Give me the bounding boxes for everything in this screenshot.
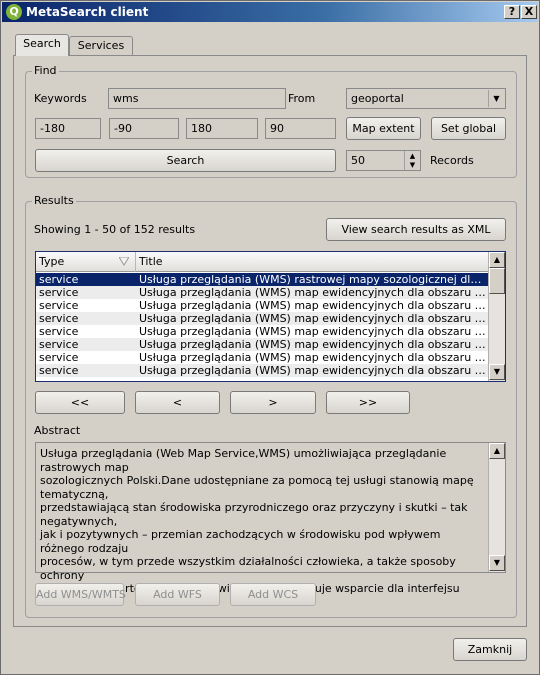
column-header-title[interactable]: Title — [136, 252, 489, 272]
bbox-maxx-input[interactable]: 180 — [186, 118, 258, 139]
from-catalog-value: geoportal — [351, 92, 404, 105]
bbox-miny-input[interactable]: -90 — [109, 118, 179, 139]
abstract-box[interactable]: Usługa przeglądania (Web Map Service,WMS… — [35, 442, 506, 609]
previous-page-button[interactable]: < — [135, 391, 220, 414]
scroll-up-icon[interactable]: ▲ — [489, 443, 505, 459]
next-page-button[interactable]: > — [230, 391, 316, 414]
table-row[interactable]: service Usługa przeglądania (WMS) map ewi… — [36, 338, 489, 351]
chevron-down-icon[interactable]: ▼ — [488, 90, 504, 107]
add-wms-wmts-button[interactable]: Add WMS/WMTS — [35, 583, 126, 606]
close-icon[interactable]: X — [521, 5, 537, 19]
last-page-button[interactable]: >> — [326, 391, 410, 414]
first-page-button[interactable]: << — [35, 391, 125, 414]
records-value: 50 — [351, 154, 365, 167]
search-button[interactable]: Search — [35, 149, 336, 172]
results-table-header: Type Title — [36, 252, 489, 272]
results-count-text: Showing 1 - 50 of 152 results — [34, 223, 196, 236]
find-group-title: Find — [32, 64, 59, 77]
abstract-scrollbar[interactable]: ▲ ▼ — [488, 443, 505, 572]
abstract-line: przedstawiającą stan środowiska przyrodn… — [40, 501, 468, 528]
tab-search[interactable]: Search — [15, 34, 69, 56]
row-type: service — [39, 286, 79, 299]
view-xml-button[interactable]: View search results as XML — [326, 218, 506, 241]
row-title: Usługa przeglądania (WMS) map ewidencyjn… — [139, 312, 487, 325]
table-row[interactable]: service Usługa przeglądania (WMS) rastrow… — [36, 273, 489, 286]
qgis-app-icon: Q — [6, 4, 22, 20]
results-table: Type Title service Usługa przeglądania (W… — [35, 251, 506, 382]
title-bar: Q MetaSearch client ? X — [2, 2, 538, 22]
add-wfs-button[interactable]: Add WFS — [135, 583, 220, 606]
scroll-thumb[interactable] — [489, 268, 505, 294]
abstract-line: jak i pozytywnych – przemian zachodzącyc… — [40, 528, 441, 555]
table-row[interactable]: service Usługa przeglądania (WMS) map ewi… — [36, 364, 489, 377]
abstract-line: procesów, w tym przede wszystkim działal… — [40, 555, 456, 582]
keywords-input[interactable]: wms — [108, 88, 286, 109]
keywords-label: Keywords — [34, 92, 87, 105]
row-type: service — [39, 325, 79, 338]
close-button[interactable]: Zamknij — [453, 638, 527, 661]
from-label: From — [288, 92, 316, 105]
row-title: Usługa przeglądania (WMS) map ewidencyjn… — [139, 286, 487, 299]
records-label: Records — [430, 154, 474, 167]
map-extent-button[interactable]: Map extent — [346, 117, 421, 140]
from-catalog-select[interactable]: geoportal ▼ — [346, 88, 506, 109]
bbox-maxy-input[interactable]: 90 — [265, 118, 336, 139]
row-title: Usługa przeglądania (WMS) map ewidencyjn… — [139, 338, 487, 351]
table-row[interactable]: service Usługa przeglądania (WMS) map ewi… — [36, 325, 489, 338]
scroll-down-icon[interactable]: ▼ — [489, 555, 505, 571]
row-type: service — [39, 364, 79, 377]
tab-services[interactable]: Services — [69, 36, 133, 56]
column-type-label: Type — [39, 255, 65, 268]
abstract-label: Abstract — [34, 424, 81, 437]
table-row[interactable]: service Usługa przeglądania (WMS) map ewi… — [36, 299, 489, 312]
abstract-line: Usługa przeglądania (Web Map Service,WMS… — [40, 447, 447, 474]
spin-down-icon[interactable]: ▼ — [404, 160, 420, 170]
results-scrollbar[interactable]: ▲ ▼ — [488, 252, 505, 381]
row-title: Usługa przeglądania (WMS) rastrowej mapy… — [139, 273, 487, 286]
records-spinbox[interactable]: 50 ▲ ▼ — [346, 150, 421, 171]
row-type: service — [39, 351, 79, 364]
help-icon[interactable]: ? — [504, 5, 520, 19]
scroll-down-icon[interactable]: ▼ — [489, 364, 505, 380]
scroll-up-icon[interactable]: ▲ — [489, 252, 505, 268]
results-group-title: Results — [32, 194, 76, 207]
set-global-button[interactable]: Set global — [431, 117, 506, 140]
table-row[interactable]: service Usługa przeglądania (WMS) map ewi… — [36, 351, 489, 364]
row-title: Usługa przeglądania (WMS) map ewidencyjn… — [139, 299, 487, 312]
table-row[interactable]: service Usługa przeglądania (WMS) map ewi… — [36, 312, 489, 325]
row-type: service — [39, 299, 79, 312]
row-title: Usługa przeglądania (WMS) map ewidencyjn… — [139, 364, 487, 377]
table-row[interactable]: service Usługa przeglądania (WMS) map ewi… — [36, 286, 489, 299]
row-type: service — [39, 273, 79, 286]
row-title: Usługa przeglądania (WMS) map ewidencyjn… — [139, 351, 487, 364]
row-type: service — [39, 338, 79, 351]
row-type: service — [39, 312, 79, 325]
column-header-type[interactable]: Type — [36, 252, 136, 272]
abstract-line: sozologicznych Polski.Dane udostępniane … — [40, 474, 474, 501]
bbox-minx-input[interactable]: -180 — [35, 118, 101, 139]
row-title: Usługa przeglądania (WMS) map ewidencyjn… — [139, 325, 487, 338]
window-title: MetaSearch client — [26, 5, 149, 19]
add-wcs-button[interactable]: Add WCS — [230, 583, 316, 606]
sort-indicator-icon — [119, 257, 129, 266]
metasearch-window: Q MetaSearch client ? X Search Services … — [0, 0, 540, 675]
